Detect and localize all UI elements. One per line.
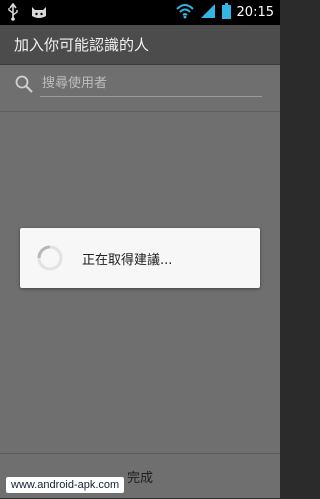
- signal-icon: [200, 3, 216, 23]
- watermark: www.android-apk.com: [6, 477, 125, 493]
- loading-spinner-icon: [36, 244, 64, 272]
- divider: [0, 111, 280, 112]
- status-time: 20:15: [236, 5, 274, 20]
- android-cat-icon: [30, 4, 48, 24]
- battery-icon: [221, 3, 231, 23]
- page-title: 加入你可能認識的人: [0, 25, 280, 65]
- wifi-icon: [175, 3, 194, 23]
- loading-dialog: 正在取得建議...: [20, 228, 260, 288]
- usb-icon: [6, 2, 20, 25]
- search-icon: [14, 74, 34, 94]
- search-field: [40, 71, 264, 97]
- status-bar: 20:15: [0, 0, 280, 25]
- search-bar: [14, 69, 264, 99]
- search-input[interactable]: [40, 71, 264, 96]
- dialog-message: 正在取得建議...: [82, 252, 173, 268]
